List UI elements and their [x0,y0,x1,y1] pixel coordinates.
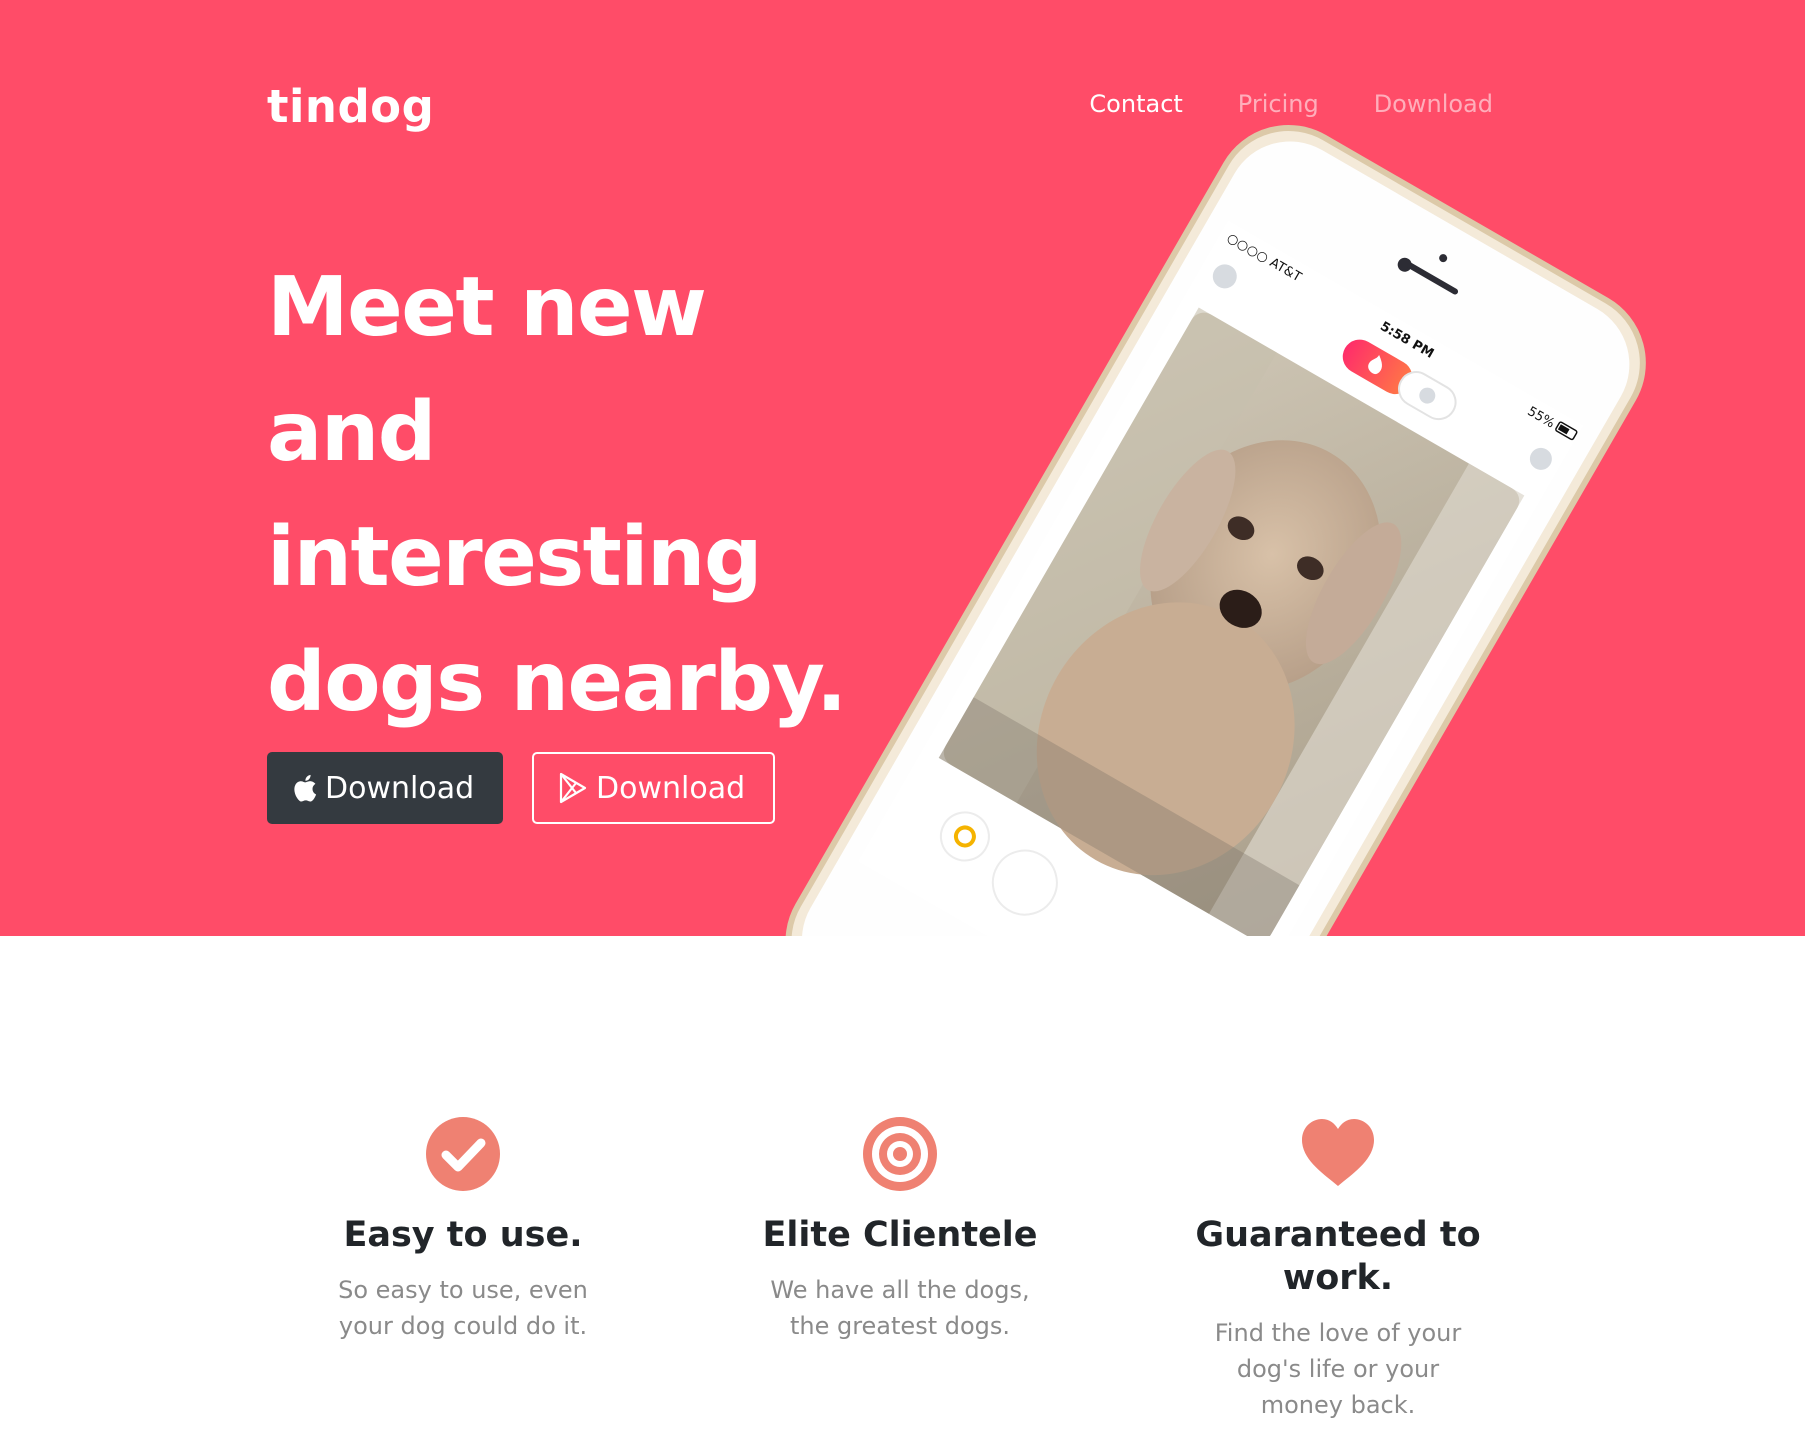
phone-body [785,124,1646,936]
top-nav: Contact Pricing Download [1089,90,1493,118]
google-play-icon [559,772,587,804]
feature-text: So easy to use, even your dog could do i… [338,1276,588,1340]
heart-icon [1302,1119,1374,1186]
check-circle-icon [426,1117,500,1191]
hero-section: tindog Contact Pricing Download Meet new… [0,0,1805,936]
nav-link-contact[interactable]: Contact [1089,90,1182,118]
google-play-download-button[interactable]: Download [532,752,775,824]
flame-toggle [1342,339,1413,395]
nav-link-pricing[interactable]: Pricing [1238,90,1319,118]
rewind-icon [939,811,990,862]
headline-line: and [267,385,436,480]
dislike-icon [991,849,1058,916]
nav-link-download[interactable]: Download [1374,90,1493,118]
chat-icon [1529,447,1552,470]
headline-line: Meet new [267,260,707,355]
hero-headline: Meet new and interesting dogs nearby. [267,245,887,745]
time-text: 5:58 PM [1377,319,1436,362]
feature-text: We have all the dogs, the greatest dogs. [770,1276,1030,1340]
phone-screen [858,220,1584,936]
carrier-text: ○○○○ AT&T [1224,231,1304,286]
apple-download-button[interactable]: Download [267,752,503,824]
headline-line: dogs nearby. [267,635,847,730]
feature-text: Find the love of your dog's life or your… [1214,1319,1462,1419]
friends-icon [1419,387,1436,404]
brand-logo[interactable]: tindog [267,80,434,133]
dog-photo-card [943,312,1520,936]
feature-title: Elite Clientele [762,1215,1038,1255]
apple-icon [294,774,317,802]
feature-title: Guaranteed to work. [1195,1215,1481,1298]
bullseye-icon [863,1117,937,1191]
feature-title: Easy to use. [343,1215,583,1255]
battery-text: 55% [1525,404,1558,431]
flame-icon [1368,355,1382,375]
profile-icon [1212,264,1237,289]
dog-photo [938,307,1525,936]
features-section: Easy to use. So easy to use, even your d… [0,936,1805,1453]
headline-line: interesting [267,510,763,605]
google-play-download-label: Download [596,770,746,806]
apple-download-label: Download [325,770,475,806]
